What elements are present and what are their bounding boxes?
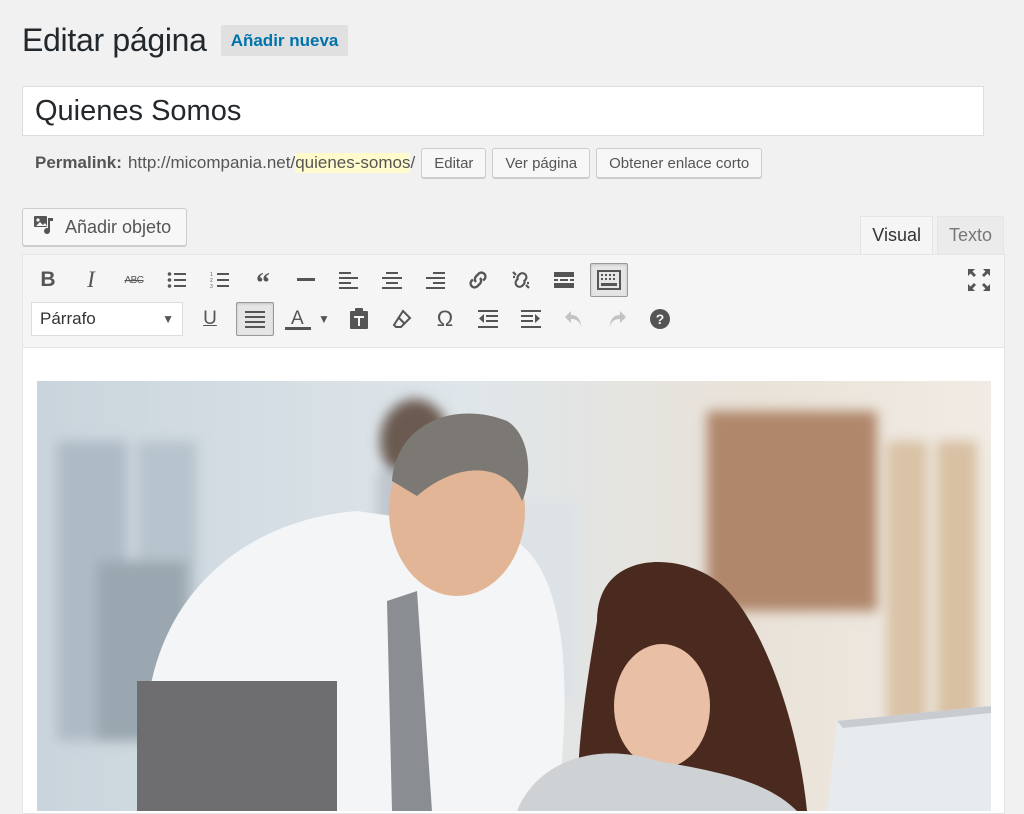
svg-text:?: ? [656,311,665,327]
align-center-icon[interactable] [375,263,409,297]
redo-icon[interactable] [600,302,634,336]
bold-icon[interactable]: B [31,263,65,297]
italic-icon[interactable]: I [74,263,108,297]
insert-more-icon[interactable] [547,263,581,297]
text-color-icon[interactable]: A [283,302,313,336]
permalink-bar: Permalink: http://micompania.net/quienes… [35,148,763,178]
justify-icon[interactable] [236,302,274,336]
format-select[interactable]: Párrafo ▼ [31,302,183,336]
special-character-icon[interactable]: Ω [428,302,462,336]
view-page-button[interactable]: Ver página [492,148,591,178]
tab-visual[interactable]: Visual [860,216,933,254]
editor-toolbar: B I ABC 123 “ Párrafo ▼ U A ▼ Ω ? [23,255,1004,348]
edit-permalink-button[interactable]: Editar [421,148,487,178]
format-select-value: Párrafo [40,309,96,328]
chevron-down-icon: ▼ [162,312,174,326]
toolbar-row-2: Párrafo ▼ U A ▼ Ω ? [31,302,686,336]
svg-text:3: 3 [210,284,213,289]
undo-icon[interactable] [557,302,591,336]
blockquote-icon[interactable]: “ [246,263,280,298]
post-title-input[interactable]: Quienes Somos [22,86,984,136]
remove-link-icon[interactable] [504,263,538,297]
permalink-slug[interactable]: quienes-somos [295,153,411,173]
get-shortlink-button[interactable]: Obtener enlace corto [596,148,763,178]
page-title: Editar página [22,22,207,58]
permalink-base-url: http://micompania.net/ [127,153,296,172]
align-left-icon[interactable] [332,263,366,297]
add-media-button[interactable]: Añadir objeto [22,208,187,246]
add-new-button[interactable]: Añadir nueva [220,25,349,56]
bullet-list-icon[interactable] [160,263,194,297]
clear-formatting-icon[interactable] [385,302,419,336]
paste-as-text-icon[interactable] [342,302,376,336]
tab-text[interactable]: Texto [936,216,1004,254]
horizontal-line-icon[interactable] [289,263,323,297]
editor-tabs: Visual Texto [860,216,1004,254]
help-icon[interactable]: ? [643,302,677,336]
page-header: Editar página Añadir nueva [22,22,349,59]
permalink-label: Permalink: [35,153,122,172]
svg-text:A: A [291,308,304,329]
text-color-dropdown-icon[interactable]: ▼ [315,302,333,336]
outdent-icon[interactable] [471,302,505,336]
toolbar-row-1: B I ABC 123 “ [31,263,637,298]
media-add-icon [33,214,57,241]
numbered-list-icon[interactable]: 123 [203,263,237,297]
permalink-trailing-slash: / [410,153,416,172]
editor-content-area[interactable] [23,348,1004,813]
indent-icon[interactable] [514,302,548,336]
strikethrough-icon[interactable]: ABC [117,263,151,297]
underline-icon[interactable]: U [193,302,227,336]
toolbar-toggle-icon[interactable] [590,263,628,297]
insert-link-icon[interactable] [461,263,495,297]
align-right-icon[interactable] [418,263,452,297]
content-editor: B I ABC 123 “ Párrafo ▼ U A ▼ Ω ? [22,254,1005,814]
add-media-label: Añadir objeto [65,216,172,237]
fullscreen-icon[interactable] [966,267,992,293]
content-image[interactable] [37,381,991,811]
